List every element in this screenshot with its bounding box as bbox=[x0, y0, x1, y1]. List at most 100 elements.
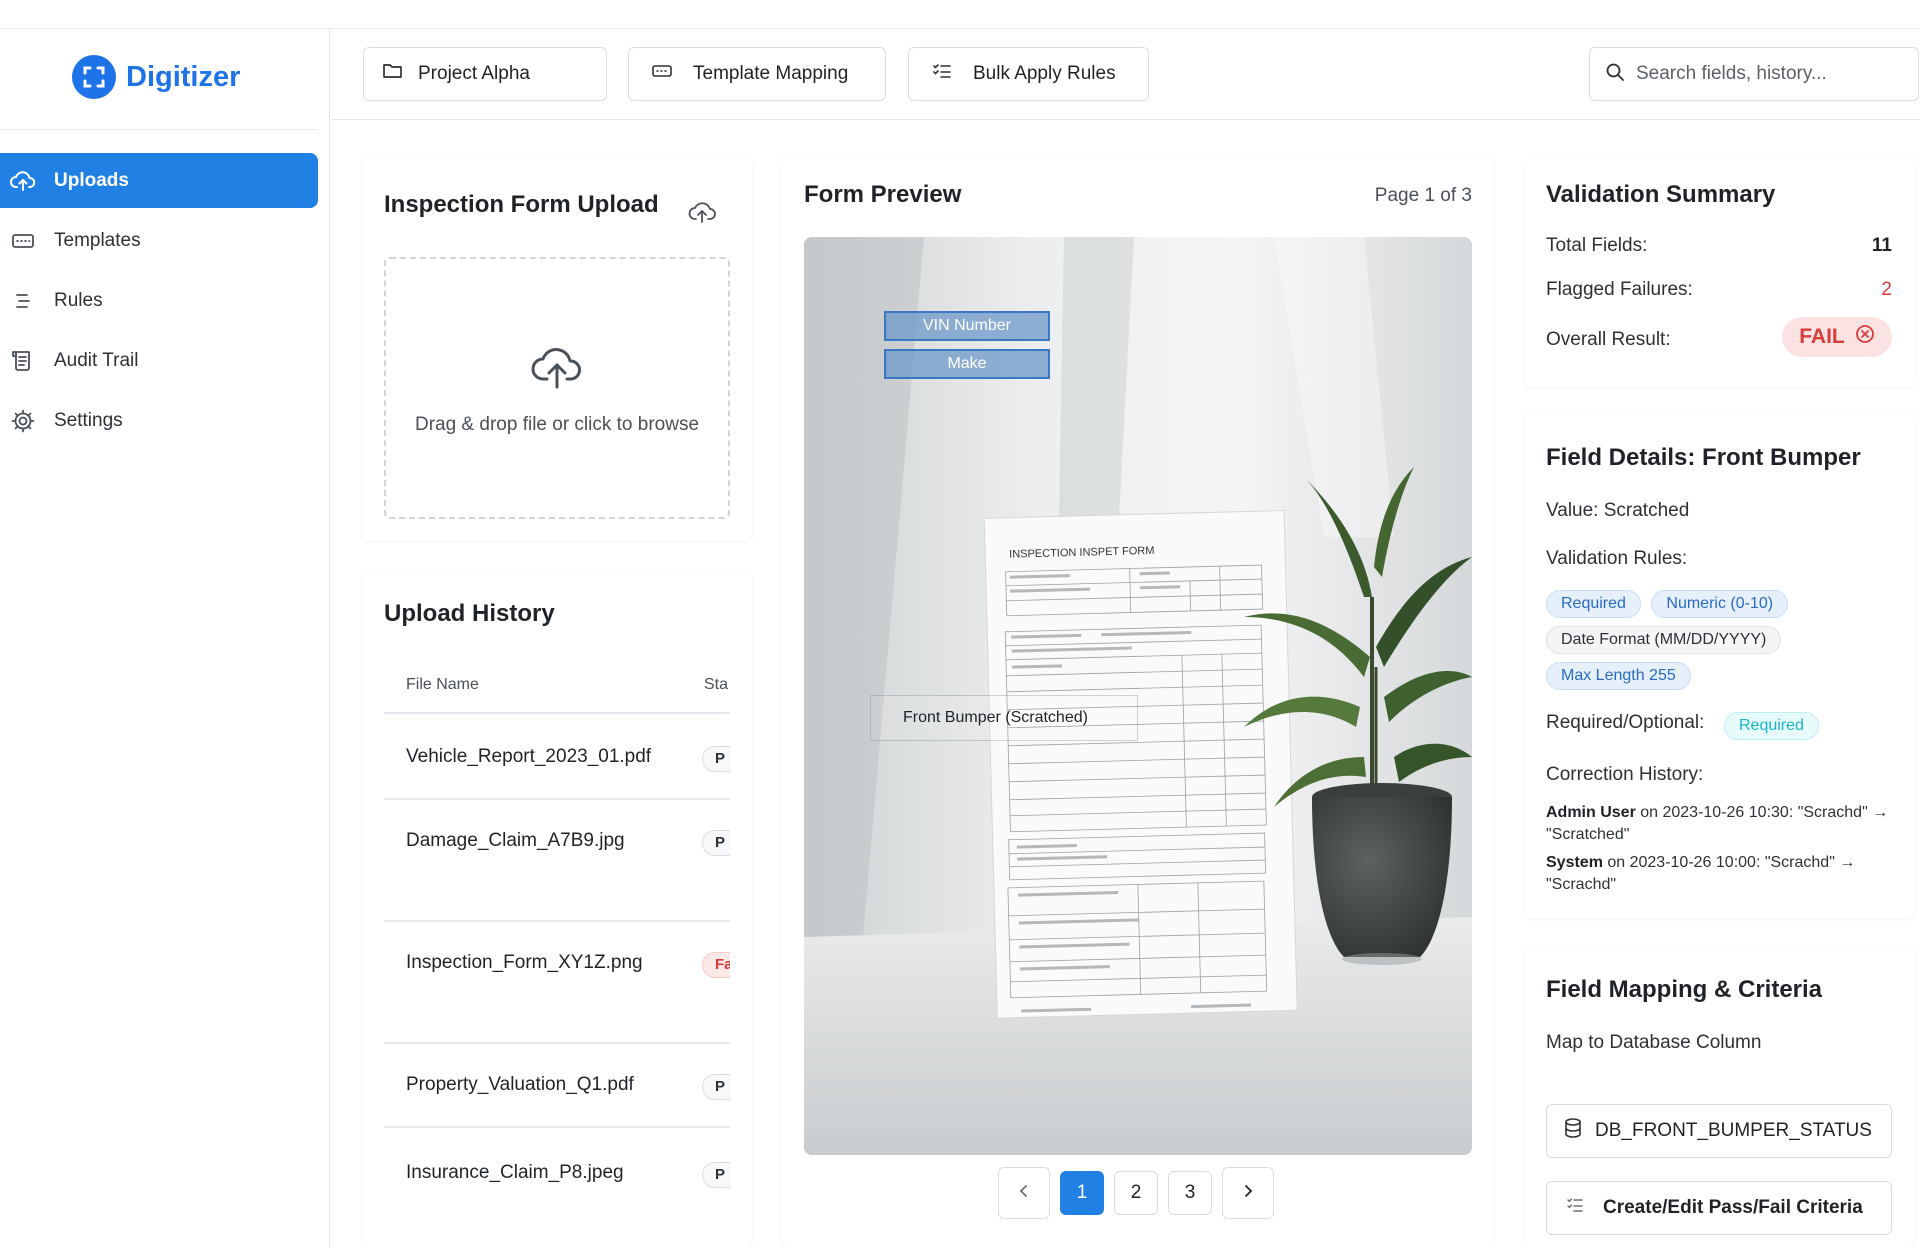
page-2-button[interactable]: 2 bbox=[1114, 1171, 1158, 1215]
overall-result-label: Overall Result: bbox=[1546, 329, 1671, 350]
search-icon bbox=[1604, 61, 1626, 88]
field-details-title: Field Details: Front Bumper bbox=[1546, 444, 1861, 471]
database-column-value: DB_FRONT_BUMPER_STATUS bbox=[1595, 1120, 1872, 1141]
gear-icon bbox=[10, 408, 36, 434]
total-fields-label: Total Fields: bbox=[1546, 235, 1648, 256]
edit-criteria-button[interactable]: Create/Edit Pass/Fail Criteria bbox=[1546, 1181, 1892, 1235]
search-input[interactable] bbox=[1636, 63, 1896, 85]
previous-page-button[interactable] bbox=[998, 1167, 1050, 1219]
file-name: Property_Valuation_Q1.pdf bbox=[406, 1074, 634, 1095]
field-mapping-card: Field Mapping & Criteria Map to Database… bbox=[1524, 946, 1914, 1248]
file-name: Inspection_Form_XY1Z.png bbox=[406, 952, 643, 973]
sidebar-item-rules[interactable]: Rules bbox=[0, 273, 318, 328]
sidebar-item-settings[interactable]: Settings bbox=[0, 393, 318, 448]
bulk-apply-rules-button[interactable]: Bulk Apply Rules bbox=[908, 47, 1149, 101]
status-badge: P bbox=[702, 746, 730, 772]
flagged-failures-label: Flagged Failures: bbox=[1546, 279, 1693, 300]
flagged-failures-value: 2 bbox=[1881, 279, 1892, 300]
status-badge: P bbox=[702, 1074, 730, 1100]
required-badge: Required bbox=[1724, 712, 1819, 740]
sidebar-item-label: Audit Trail bbox=[54, 349, 139, 371]
correction-history-label: Correction History: bbox=[1546, 764, 1704, 785]
pagination: 1 2 3 bbox=[998, 1167, 1274, 1219]
column-header-status[interactable]: Sta bbox=[704, 676, 728, 694]
upload-card: Inspection Form Upload Drag & drop file … bbox=[362, 155, 752, 541]
rule-chip-date-format[interactable]: Date Format (MM/DD/YYYY) bbox=[1546, 626, 1782, 654]
front-bumper-field-box[interactable]: Front Bumper (Scratched) bbox=[870, 695, 1138, 741]
table-row[interactable]: Insurance_Claim_P8.jpeg P bbox=[384, 1128, 730, 1238]
file-dropzone[interactable]: Drag & drop file or click to browse bbox=[384, 257, 730, 519]
sidebar-nav: Uploads Templates Rules Audit Trail Sett… bbox=[0, 153, 318, 453]
sidebar-item-templates[interactable]: Templates bbox=[0, 213, 318, 268]
validation-summary-title: Validation Summary bbox=[1546, 181, 1776, 208]
status-badge: P bbox=[702, 1162, 730, 1188]
project-label: Project Alpha bbox=[418, 63, 530, 84]
upload-history-card: Upload History File Name Sta Vehicle_Rep… bbox=[362, 570, 752, 1248]
cloud-upload-icon[interactable] bbox=[687, 197, 717, 232]
correction-entry: System on 2023-10-26 10:00: "Scrachd" → … bbox=[1546, 852, 1906, 896]
chevron-left-icon bbox=[1017, 1182, 1031, 1204]
rule-chip-required[interactable]: Required bbox=[1546, 590, 1641, 618]
brand[interactable]: Digitizer bbox=[72, 55, 240, 99]
history-table-header: File Name Sta bbox=[384, 658, 730, 714]
correction-entry: Admin User on 2023-10-26 10:30: "Scrachd… bbox=[1546, 802, 1906, 846]
file-name: Damage_Claim_A7B9.jpg bbox=[406, 830, 625, 851]
status-badge: Fa bbox=[702, 952, 730, 978]
page-indicator: Page 1 of 3 bbox=[1374, 185, 1472, 206]
checklist-icon bbox=[1565, 1195, 1585, 1221]
rule-chip-max-length[interactable]: Max Length 255 bbox=[1546, 662, 1691, 690]
audit-trail-icon bbox=[10, 348, 36, 374]
make-field-box[interactable]: Make bbox=[884, 349, 1050, 379]
page-3-button[interactable]: 3 bbox=[1168, 1171, 1212, 1215]
template-icon bbox=[10, 228, 36, 254]
status-badge: P bbox=[702, 830, 730, 856]
close-circle-icon bbox=[1855, 324, 1875, 350]
form-preview-title: Form Preview bbox=[804, 181, 962, 208]
edit-criteria-label: Create/Edit Pass/Fail Criteria bbox=[1603, 1197, 1863, 1218]
sidebar-item-audit-trail[interactable]: Audit Trail bbox=[0, 333, 318, 388]
required-optional-label: Required/Optional: bbox=[1546, 712, 1705, 733]
form-preview-image[interactable]: INSPECTION INSPET FORM VIN Number Make F… bbox=[804, 237, 1472, 1155]
brand-divider bbox=[0, 129, 318, 130]
field-value: Value: Scratched bbox=[1546, 500, 1690, 521]
table-row[interactable]: Vehicle_Report_2023_01.pdf P bbox=[384, 716, 730, 800]
map-column-label: Map to Database Column bbox=[1546, 1032, 1762, 1053]
next-page-button[interactable] bbox=[1222, 1167, 1274, 1219]
vin-number-field-box[interactable]: VIN Number bbox=[884, 311, 1050, 341]
sidebar-item-uploads[interactable]: Uploads bbox=[0, 153, 318, 208]
table-row[interactable]: Property_Valuation_Q1.pdf P bbox=[384, 1044, 730, 1128]
brand-logo-icon bbox=[72, 55, 116, 99]
sidebar-item-label: Templates bbox=[54, 229, 141, 251]
template-mapping-button[interactable]: Template Mapping bbox=[628, 47, 886, 101]
table-row[interactable]: Inspection_Form_XY1Z.png Fa bbox=[384, 922, 730, 1044]
template-icon bbox=[651, 60, 673, 88]
upload-cloud-icon bbox=[529, 341, 585, 396]
validation-rules-list: Required Numeric (0-10) Date Format (MM/… bbox=[1546, 590, 1846, 698]
rule-chip-numeric[interactable]: Numeric (0-10) bbox=[1651, 590, 1789, 618]
database-icon bbox=[1563, 1117, 1583, 1145]
top-toolbar: Project Alpha Template Mapping Bulk Appl… bbox=[331, 29, 1920, 120]
database-column-select[interactable]: DB_FRONT_BUMPER_STATUS bbox=[1546, 1104, 1892, 1158]
dropzone-text: Drag & drop file or click to browse bbox=[414, 413, 700, 435]
cloud-upload-icon bbox=[10, 168, 36, 194]
correction-user: System bbox=[1546, 854, 1603, 871]
upload-history-title: Upload History bbox=[384, 600, 555, 627]
bulk-apply-label: Bulk Apply Rules bbox=[973, 63, 1116, 84]
sidebar-item-label: Settings bbox=[54, 409, 123, 431]
page-1-button[interactable]: 1 bbox=[1060, 1171, 1104, 1215]
project-selector-button[interactable]: Project Alpha bbox=[363, 47, 607, 101]
table-row[interactable]: Damage_Claim_A7B9.jpg P bbox=[384, 800, 730, 922]
folder-icon bbox=[382, 60, 404, 88]
brand-name: Digitizer bbox=[126, 60, 241, 93]
file-name: Vehicle_Report_2023_01.pdf bbox=[406, 746, 652, 767]
file-name: Insurance_Claim_P8.jpeg bbox=[406, 1162, 624, 1183]
search-box[interactable] bbox=[1589, 47, 1919, 101]
chevron-right-icon bbox=[1241, 1182, 1255, 1204]
overall-result-badge: FAIL bbox=[1782, 317, 1892, 357]
sidebar: Digitizer Uploads Templates Rules Audit bbox=[0, 29, 330, 1248]
total-fields-value: 11 bbox=[1871, 235, 1892, 256]
correction-user: Admin User bbox=[1546, 804, 1636, 821]
validation-rules-label: Validation Rules: bbox=[1546, 548, 1688, 569]
column-header-file-name[interactable]: File Name bbox=[406, 676, 479, 694]
field-mapping-title: Field Mapping & Criteria bbox=[1546, 976, 1823, 1003]
